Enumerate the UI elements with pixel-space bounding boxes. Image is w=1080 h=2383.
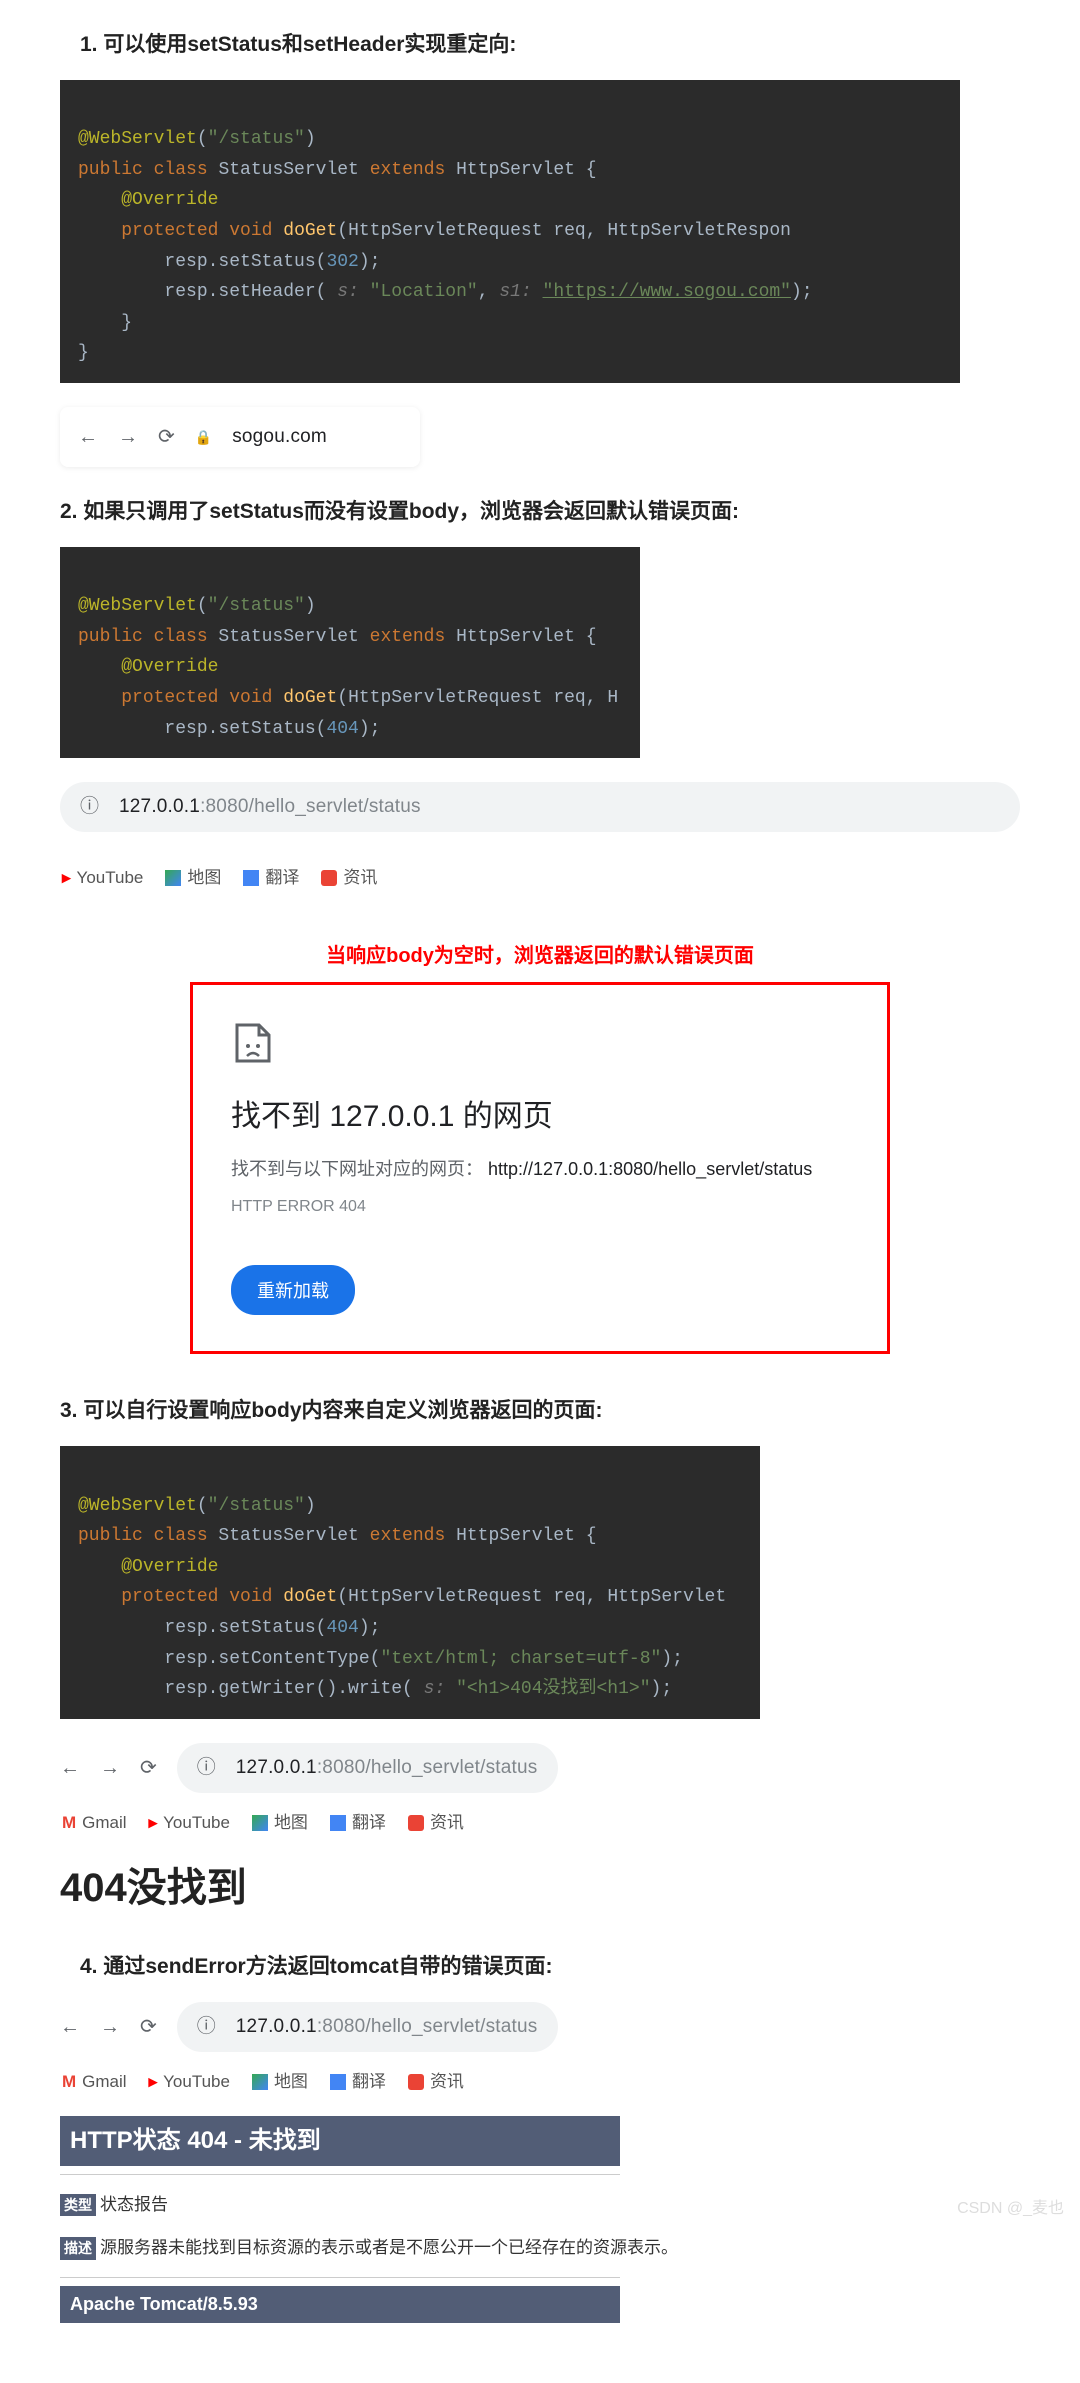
bookmark-gmail[interactable]: MGmail [62, 1809, 127, 1836]
youtube-icon: ▸ [149, 2068, 158, 2095]
browser-nav-4: ← → ⟳ ⓘ 127.0.0.1:8080/hello_servlet/sta… [60, 2002, 1020, 2052]
browser-bar-1: ← → ⟳ 🔒 sogou.com [60, 407, 420, 467]
bookmark-maps[interactable]: 地图 [252, 1809, 308, 1836]
bookmark-translate[interactable]: 翻译 [330, 1809, 386, 1836]
reload-button[interactable]: 重新加载 [231, 1265, 355, 1315]
info-icon[interactable]: ⓘ [197, 1753, 216, 1783]
bookmark-youtube[interactable]: ▸YouTube [149, 2068, 230, 2095]
section-3-title: 3. 可以自行设置响应body内容来自定义浏览器返回的页面: [60, 1394, 1020, 1428]
reload-icon[interactable]: ⟳ [140, 1752, 157, 1784]
tomcat-type-row: 类型状态报告 [60, 2183, 1020, 2226]
bookmark-news[interactable]: 资讯 [408, 1809, 464, 1836]
address-text: 127.0.0.1:8080/hello_servlet/status [119, 792, 421, 822]
divider [60, 2277, 620, 2278]
code-block-2: @WebServlet("/status") public class Stat… [60, 547, 640, 759]
reload-icon[interactable]: ⟳ [158, 421, 175, 453]
bookmark-maps[interactable]: 地图 [252, 2068, 308, 2095]
bookmark-translate[interactable]: 翻译 [330, 2068, 386, 2095]
error-page-box: 找不到 127.0.0.1 的网页 找不到与以下网址对应的网页： http://… [190, 982, 890, 1355]
news-icon [321, 870, 337, 886]
watermark: CSDN @_麦也 [957, 2196, 1064, 2222]
bookmark-bar-3: MGmail ▸YouTube 地图 翻译 资讯 [60, 1801, 1020, 1844]
forward-icon[interactable]: → [118, 421, 138, 453]
browser-nav-3: ← → ⟳ ⓘ 127.0.0.1:8080/hello_servlet/sta… [60, 1743, 1020, 1793]
divider [60, 2174, 620, 2175]
forward-icon[interactable]: → [100, 2011, 120, 2043]
maps-icon [165, 870, 181, 886]
bookmark-youtube[interactable]: ▸YouTube [149, 1809, 230, 1836]
code-block-1: @WebServlet("/status") public class Stat… [60, 80, 960, 383]
reload-icon[interactable]: ⟳ [140, 2011, 157, 2043]
sad-page-icon [231, 1021, 849, 1075]
back-icon[interactable]: ← [78, 421, 98, 453]
lock-icon: 🔒 [195, 426, 212, 448]
section-4-title: 4. 通过sendError方法返回tomcat自带的错误页面: [80, 1950, 1020, 1984]
error-subtitle: 找不到与以下网址对应的网页： http://127.0.0.1:8080/hel… [231, 1155, 849, 1184]
bookmark-translate[interactable]: 翻译 [243, 864, 299, 891]
bookmark-news[interactable]: 资讯 [408, 2068, 464, 2095]
translate-icon [330, 1815, 346, 1831]
youtube-icon: ▸ [62, 864, 71, 891]
section-2-title: 2. 如果只调用了setStatus而没有设置body，浏览器会返回默认错误页面… [60, 495, 1020, 529]
bookmark-bar-2: ▸YouTube 地图 翻译 资讯 [60, 856, 1020, 899]
translate-icon [330, 2074, 346, 2090]
back-icon[interactable]: ← [60, 1752, 80, 1784]
bookmark-gmail[interactable]: MGmail [62, 2068, 127, 2095]
maps-icon [252, 1815, 268, 1831]
tomcat-footer: Apache Tomcat/8.5.93 [60, 2286, 620, 2323]
youtube-icon: ▸ [149, 1809, 158, 1836]
bookmark-bar-4: MGmail ▸YouTube 地图 翻译 资讯 [60, 2060, 1020, 2103]
red-caption: 当响应body为空时，浏览器返回的默认错误页面 [60, 940, 1020, 972]
address-text[interactable]: sogou.com [232, 422, 327, 452]
info-icon[interactable]: ⓘ [197, 2012, 216, 2042]
error-code: HTTP ERROR 404 [231, 1194, 849, 1220]
bookmark-maps[interactable]: 地图 [165, 864, 221, 891]
gmail-icon: M [62, 1809, 76, 1836]
tomcat-desc-row: 描述源服务器未能找到目标资源的表示或者是不愿公开一个已经存在的资源表示。 [60, 2226, 1020, 2269]
news-icon [408, 1815, 424, 1831]
bookmark-youtube[interactable]: ▸YouTube [62, 864, 143, 891]
tomcat-status-bar: HTTP状态 404 - 未找到 [60, 2116, 620, 2166]
section-1-title: 1. 可以使用setStatus和setHeader实现重定向: [80, 28, 1020, 62]
maps-icon [252, 2074, 268, 2090]
code-block-3: @WebServlet("/status") public class Stat… [60, 1446, 760, 1719]
error-title: 找不到 127.0.0.1 的网页 [231, 1093, 849, 1141]
gmail-icon: M [62, 2068, 76, 2095]
translate-icon [243, 870, 259, 886]
address-bar-2[interactable]: ⓘ 127.0.0.1:8080/hello_servlet/status [60, 782, 1020, 832]
back-icon[interactable]: ← [60, 2011, 80, 2043]
info-icon[interactable]: ⓘ [80, 792, 99, 822]
custom-404-heading: 404没找到 [60, 1856, 1020, 1920]
forward-icon[interactable]: → [100, 1752, 120, 1784]
bookmark-news[interactable]: 资讯 [321, 864, 377, 891]
news-icon [408, 2074, 424, 2090]
